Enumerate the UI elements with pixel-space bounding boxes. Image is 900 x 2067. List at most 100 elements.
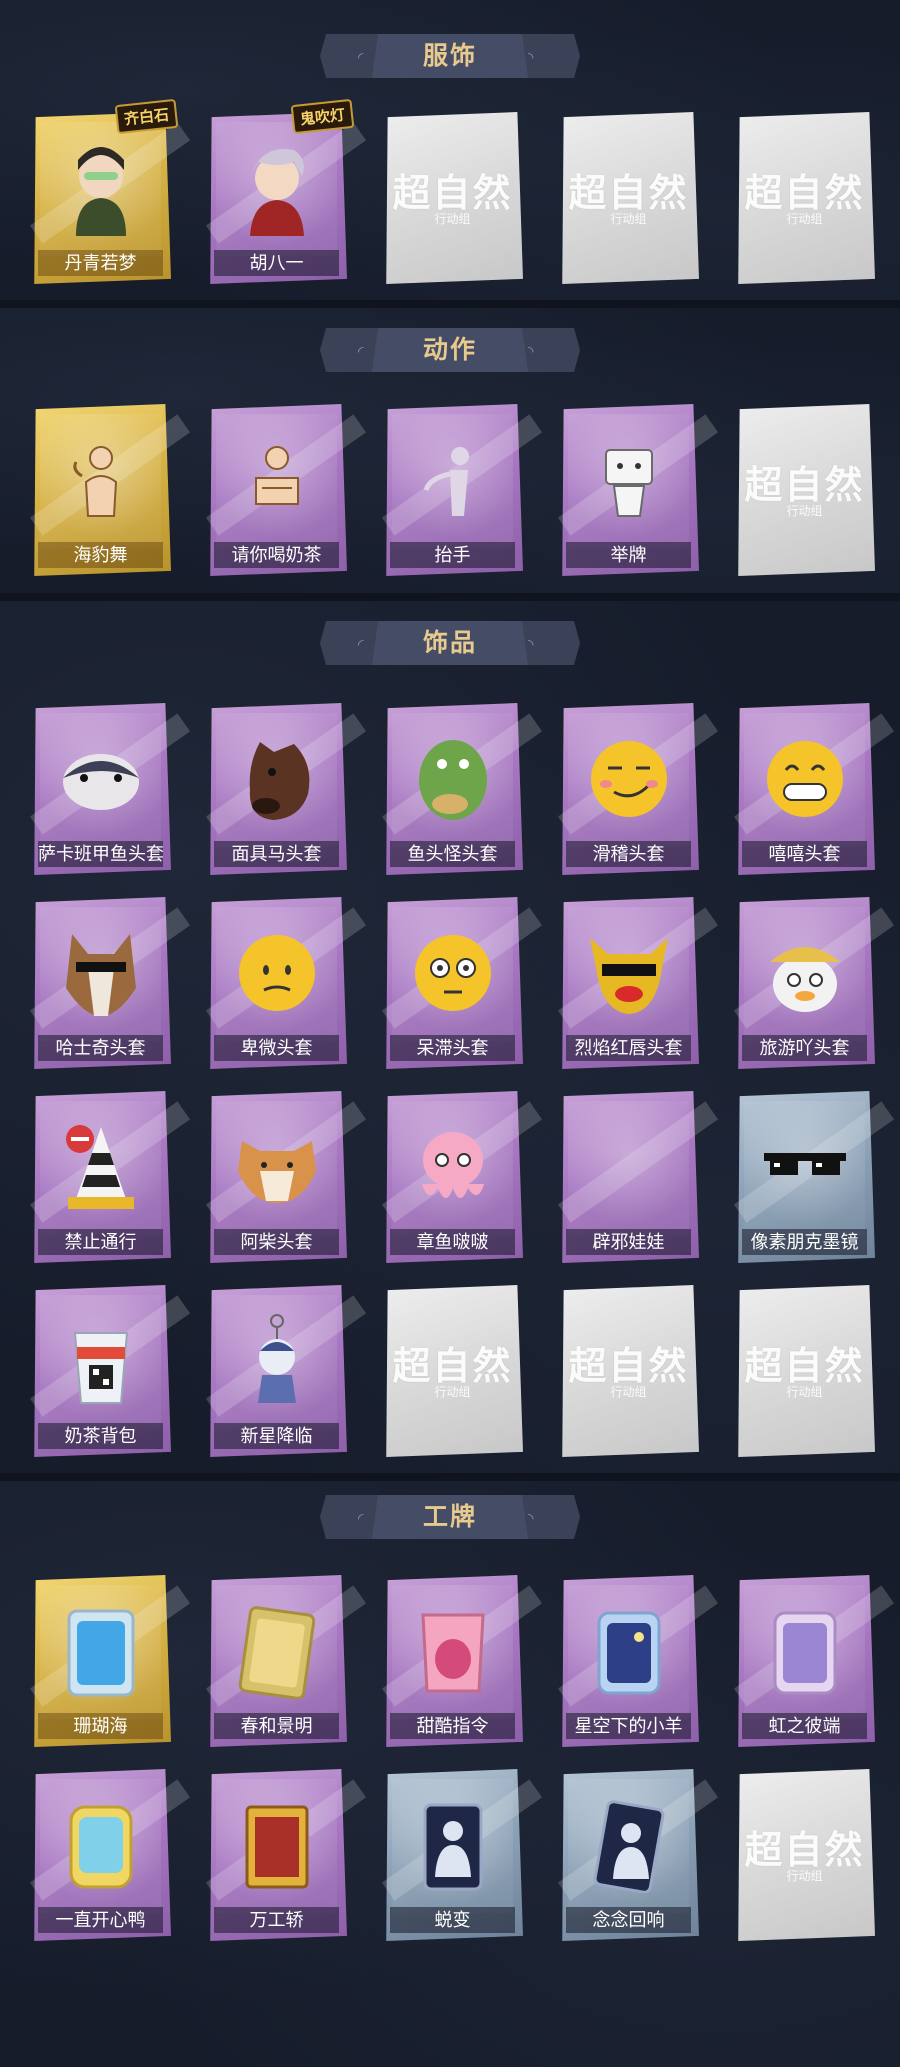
- placeholder-subtext: 行动组: [786, 1385, 823, 1399]
- octopus-icon: [405, 1119, 501, 1215]
- item-card[interactable]: 万工轿: [205, 1769, 367, 1941]
- placeholder-text: 超自然: [392, 170, 513, 215]
- item-card[interactable]: 齐白石 丹青若梦: [29, 98, 191, 284]
- item-card[interactable]: 珊瑚海: [29, 1575, 191, 1747]
- empty-slot-card: 超自然 行动组: [382, 112, 523, 284]
- horse-head-mask-icon: [229, 731, 325, 827]
- raise-hand-icon: [405, 432, 501, 528]
- item-label: 珊瑚海: [38, 1713, 163, 1739]
- item-card[interactable]: 鱼头怪头套: [381, 703, 543, 875]
- character-costume-icon: [229, 140, 325, 236]
- item-card[interactable]: 蜕变: [381, 1769, 543, 1941]
- item-card[interactable]: 卑微头套: [205, 897, 367, 1069]
- section-actions: ◜ ◝ 动作 海豹舞 请你喝奶茶 抬手 举牌 超自然 行动组: [0, 308, 900, 593]
- placeholder-subtext: 行动组: [610, 1385, 647, 1399]
- item-card[interactable]: 滑稽头套: [557, 703, 719, 875]
- section-title: 动作: [422, 336, 477, 364]
- smirk-emoji-mask-icon: [581, 731, 677, 827]
- item-card[interactable]: 一直开心鸭: [29, 1769, 191, 1941]
- item-card[interactable]: 星空下的小羊: [557, 1575, 719, 1747]
- item-card[interactable]: 呆滞头套: [381, 897, 543, 1069]
- item-card[interactable]: 哈士奇头套: [29, 897, 191, 1069]
- section-divider: [0, 300, 900, 308]
- placeholder-subtext: 行动组: [786, 504, 823, 518]
- section-divider: [0, 1473, 900, 1481]
- placeholder-text: 超自然: [568, 1343, 689, 1388]
- item-card[interactable]: 面具马头套: [205, 703, 367, 875]
- item-card[interactable]: 海豹舞: [29, 404, 191, 576]
- section-divider: [0, 593, 900, 601]
- item-label: 念念回响: [566, 1907, 691, 1933]
- item-card[interactable]: 春和景明: [205, 1575, 367, 1747]
- item-card[interactable]: 奶茶背包: [29, 1285, 191, 1457]
- fish-head-mask-icon: [53, 731, 149, 827]
- item-card[interactable]: 辟邪娃娃: [557, 1091, 719, 1263]
- duck-hat-mask-icon: [757, 925, 853, 1021]
- placeholder-text: 超自然: [744, 1343, 865, 1388]
- badge-frame-icon: [405, 1603, 501, 1699]
- item-label: 禁止通行: [38, 1229, 163, 1255]
- item-label: 呆滞头套: [390, 1035, 515, 1061]
- item-label: 嘻嘻头套: [742, 841, 867, 867]
- item-card[interactable]: 旅游吖头套: [733, 897, 895, 1069]
- item-card[interactable]: 举牌: [557, 404, 719, 576]
- placeholder-text: 超自然: [744, 462, 865, 507]
- section-banner: ◜ ◝ 饰品: [318, 619, 582, 667]
- empty-slot-card: 超自然 行动组: [734, 1769, 875, 1941]
- character-costume-icon: [53, 140, 149, 236]
- empty-slot-card: 超自然 行动组: [734, 1285, 875, 1457]
- item-label: 胡八一: [214, 250, 339, 276]
- section-title: 服饰: [422, 42, 477, 70]
- item-card[interactable]: 章鱼啵啵: [381, 1091, 543, 1263]
- pixel-sunglasses-icon: [757, 1119, 853, 1215]
- section-accessories: ◜ ◝ 饰品 萨卡班甲鱼头套 面具马头套 鱼头怪头套 滑稽头套 嘻嘻头套 哈士奇…: [0, 601, 900, 1473]
- item-card[interactable]: 阿柴头套: [205, 1091, 367, 1263]
- item-label: 春和景明: [214, 1713, 339, 1739]
- item-label: 阿柴头套: [214, 1229, 339, 1255]
- item-card[interactable]: 虹之彼端: [733, 1575, 895, 1747]
- husky-mask-icon: [53, 925, 149, 1021]
- item-label: 请你喝奶茶: [214, 542, 339, 568]
- item-card[interactable]: 嘻嘻头套: [733, 703, 895, 875]
- item-card[interactable]: 抬手: [381, 404, 543, 576]
- item-label: 奶茶背包: [38, 1423, 163, 1449]
- badge-frame-icon: [229, 1797, 325, 1893]
- placeholder-text: 超自然: [392, 1343, 513, 1388]
- item-card[interactable]: 甜酷指令: [381, 1575, 543, 1747]
- item-label: 抬手: [390, 542, 515, 568]
- item-label: 面具马头套: [214, 841, 339, 867]
- milk-tea-bag-icon: [53, 1313, 149, 1409]
- placeholder-subtext: 行动组: [610, 212, 647, 226]
- section-title: 工牌: [422, 1503, 477, 1531]
- empty-slot-card: 超自然 行动组: [734, 404, 875, 576]
- item-card[interactable]: 萨卡班甲鱼头套: [29, 703, 191, 875]
- item-card[interactable]: 像素朋克墨镜: [733, 1091, 895, 1263]
- item-card[interactable]: 念念回响: [557, 1769, 719, 1941]
- item-label: 旅游吖头套: [742, 1035, 867, 1061]
- item-label: 星空下的小羊: [566, 1713, 691, 1739]
- placeholder-text: 超自然: [744, 1827, 865, 1872]
- placeholder-subtext: 行动组: [786, 1869, 823, 1883]
- item-label: 蜕变: [390, 1907, 515, 1933]
- placeholder-text: 超自然: [568, 170, 689, 215]
- item-label: 一直开心鸭: [38, 1907, 163, 1933]
- empty-slot-card: 超自然 行动组: [558, 112, 699, 284]
- item-card[interactable]: 鬼吹灯 胡八一: [205, 98, 367, 284]
- item-card[interactable]: 烈焰红唇头套: [557, 897, 719, 1069]
- empty-slot-card: 超自然 行动组: [734, 112, 875, 284]
- item-card[interactable]: 请你喝奶茶: [205, 404, 367, 576]
- item-card[interactable]: 禁止通行: [29, 1091, 191, 1263]
- humble-emoji-mask-icon: [229, 925, 325, 1021]
- badge-frame-icon: [757, 1603, 853, 1699]
- green-fish-mask-icon: [405, 731, 501, 827]
- section-banner: ◜ ◝ 工牌: [318, 1493, 582, 1541]
- section-title: 饰品: [422, 629, 477, 657]
- placeholder-subtext: 行动组: [434, 212, 471, 226]
- placeholder-text: 超自然: [744, 170, 865, 215]
- silhouette-card-icon: [581, 1797, 677, 1893]
- hold-sign-icon: [581, 432, 677, 528]
- item-label: 像素朋克墨镜: [742, 1229, 867, 1255]
- item-card[interactable]: 新星降临: [205, 1285, 367, 1457]
- placeholder-subtext: 行动组: [434, 1385, 471, 1399]
- section-costume: ◜ ◝ 服饰 齐白石 丹青若梦 鬼吹灯 胡八一 超自然 行动组 超自然 行动组 …: [0, 0, 900, 300]
